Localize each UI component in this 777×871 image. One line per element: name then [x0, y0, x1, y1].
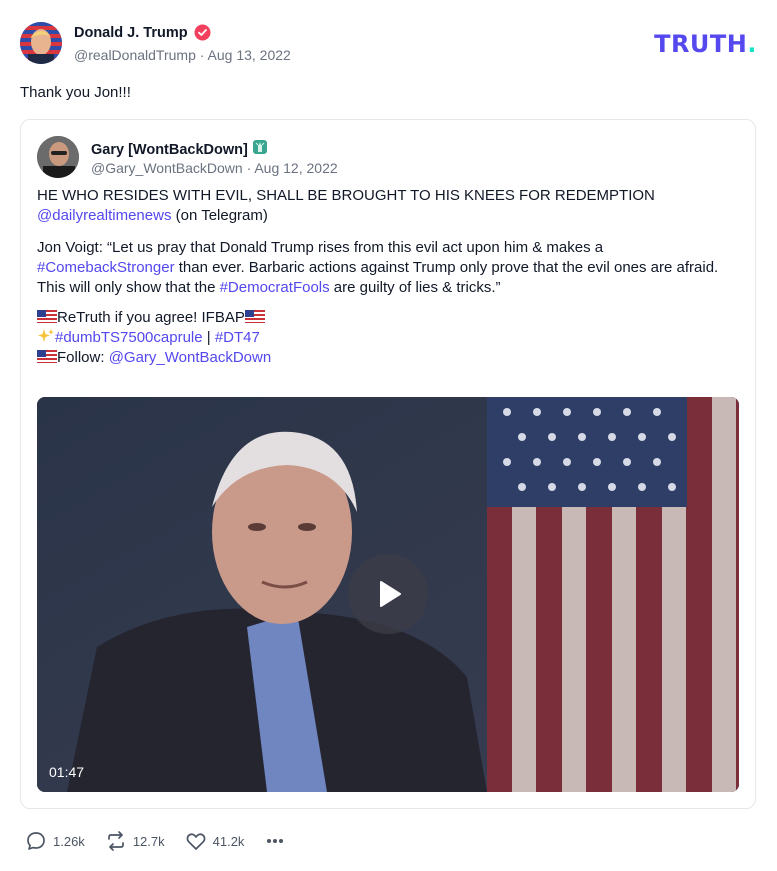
telegram-suffix: (on Telegram): [171, 207, 268, 224]
quote-avatar[interactable]: [37, 136, 79, 178]
retruth-count: 12.7k: [132, 833, 165, 849]
heart-icon: [186, 833, 206, 850]
author-name[interactable]: Donald J. Trump: [74, 25, 188, 41]
post-actions: 1.26k 12.7k 41.2k: [25, 830, 306, 852]
video-duration: 01:47: [49, 764, 85, 780]
quote-line-1: HE WHO RESIDES WITH EVIL, SHALL BE BROUG…: [37, 187, 655, 204]
video-player[interactable]: 01:47: [37, 397, 739, 792]
sparkles-icon: [37, 328, 55, 344]
voigt-text-end: are guilty of lies & tricks.”: [329, 279, 501, 296]
post-header: Donald J. Trump @realDonaldTrump · Aug 1…: [20, 20, 757, 66]
retruth-text: ReTruth if you agree! IFBAP: [57, 309, 245, 326]
us-flag-icon: [244, 309, 265, 323]
follow-label: Follow:: [57, 349, 109, 366]
reply-count: 1.26k: [53, 833, 85, 849]
more-options-button[interactable]: [264, 830, 286, 852]
more-dots-icon: [267, 839, 284, 843]
like-button[interactable]: 41.2k: [185, 830, 245, 852]
like-count: 41.2k: [212, 833, 245, 849]
retruth-button[interactable]: 12.7k: [105, 830, 165, 852]
hashtag-dt47[interactable]: #DT47: [215, 329, 260, 346]
verified-badge-icon: [194, 24, 211, 41]
quote-body: HE WHO RESIDES WITH EVIL, SHALL BE BROUG…: [37, 186, 737, 368]
voigt-text-start: Jon Voigt: “Let us pray that Donald Trum…: [37, 239, 604, 256]
mention-gary-wontbackdown[interactable]: @Gary_WontBackDown: [109, 349, 272, 366]
us-flag-icon: [37, 349, 57, 363]
us-flag-icon: [37, 309, 57, 323]
pipe-separator: |: [202, 329, 215, 346]
truth-logo[interactable]: TRUTH.: [654, 30, 757, 58]
retruth-icon: [107, 831, 124, 851]
author-handle-date: @realDonaldTrump · Aug 13, 2022: [74, 47, 291, 63]
avatar[interactable]: [20, 22, 62, 64]
play-button[interactable]: [348, 554, 428, 634]
hashtag-dumbts7500caprule[interactable]: #dumbTS7500caprule: [55, 329, 203, 346]
statue-of-liberty-icon: [252, 139, 268, 160]
quote-handle-date: @Gary_WontBackDown · Aug 12, 2022: [91, 160, 338, 176]
mention-dailyrealtimenews[interactable]: @dailyrealtimenews: [37, 207, 171, 224]
reply-icon: [27, 832, 45, 850]
quoted-post-card[interactable]: Gary [WontBackDown] @Gary_WontBackDown ·…: [20, 119, 756, 809]
hashtag-democratfools[interactable]: #DemocratFools: [220, 279, 330, 296]
quote-author-name[interactable]: Gary [WontBackDown]: [91, 142, 248, 158]
reply-button[interactable]: 1.26k: [25, 830, 85, 852]
play-icon: [380, 581, 401, 607]
post-text: Thank you Jon!!!: [20, 84, 131, 101]
hashtag-comebackstronger[interactable]: #ComebackStronger: [37, 259, 175, 276]
